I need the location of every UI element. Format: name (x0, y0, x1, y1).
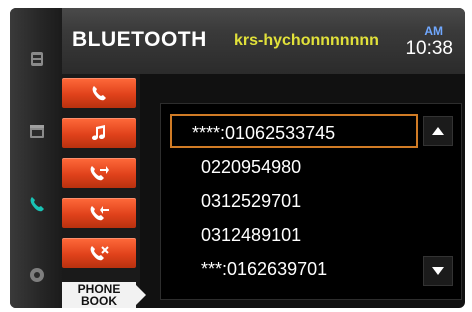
phone-icon[interactable] (26, 194, 48, 216)
list-item[interactable]: 0312529701 (171, 184, 441, 218)
outgoing-call-icon (90, 166, 109, 181)
incoming-call-icon (90, 206, 109, 221)
calendar-icon[interactable] (26, 120, 48, 142)
missed-call-icon (90, 246, 109, 261)
page-title: BLUETOOTH (72, 28, 207, 51)
list-item[interactable]: 0220954980 (171, 150, 441, 184)
scroll-down-button[interactable] (423, 256, 453, 286)
list-item-text: ****:01062533745 (192, 123, 336, 143)
left-rail (10, 8, 62, 308)
clock-ampm: AM (424, 24, 443, 38)
scroll-up-button[interactable] (423, 116, 453, 146)
missed-calls-button[interactable] (62, 238, 136, 268)
outgoing-calls-button[interactable] (62, 158, 136, 188)
function-sidebar: PHONE BOOK (62, 74, 146, 308)
list-item[interactable]: ****:01062533745 (170, 114, 418, 148)
incoming-calls-button[interactable] (62, 198, 136, 228)
triangle-down-icon (432, 267, 444, 275)
bluetooth-screen: BLUETOOTH krs-hychonnnnnnn AM 10:38 PHON… (10, 8, 465, 308)
list-item[interactable]: 0312489101 (171, 218, 441, 252)
clock-time: 10:38 (405, 38, 453, 59)
phonebook-list-panel: ****:01062533745 0220954980 0312529701 0… (160, 103, 462, 300)
phonebook-label-line2: BOOK (81, 294, 117, 308)
list-item-text: ***:0162639701 (201, 259, 328, 279)
list-item[interactable]: ***:0162639701 (171, 252, 441, 286)
music-button[interactable] (62, 118, 136, 148)
connected-device-name: krs-hychonnnnnnn (234, 32, 379, 49)
settings-icon[interactable] (26, 264, 48, 286)
list-item-text: 0312529701 (201, 191, 302, 211)
top-bar: BLUETOOTH krs-hychonnnnnnn AM 10:38 (62, 8, 465, 74)
music-note-icon (92, 125, 105, 140)
list-item-text: 0312489101 (201, 225, 302, 245)
phone-icon (92, 86, 106, 101)
phonebook-tab[interactable]: PHONE BOOK (62, 282, 136, 308)
dial-button[interactable] (62, 78, 136, 108)
phonebook-tab-arrow (136, 285, 146, 305)
triangle-up-icon (432, 127, 444, 135)
media-icon[interactable] (26, 48, 48, 70)
list-item-text: 0220954980 (201, 157, 302, 177)
